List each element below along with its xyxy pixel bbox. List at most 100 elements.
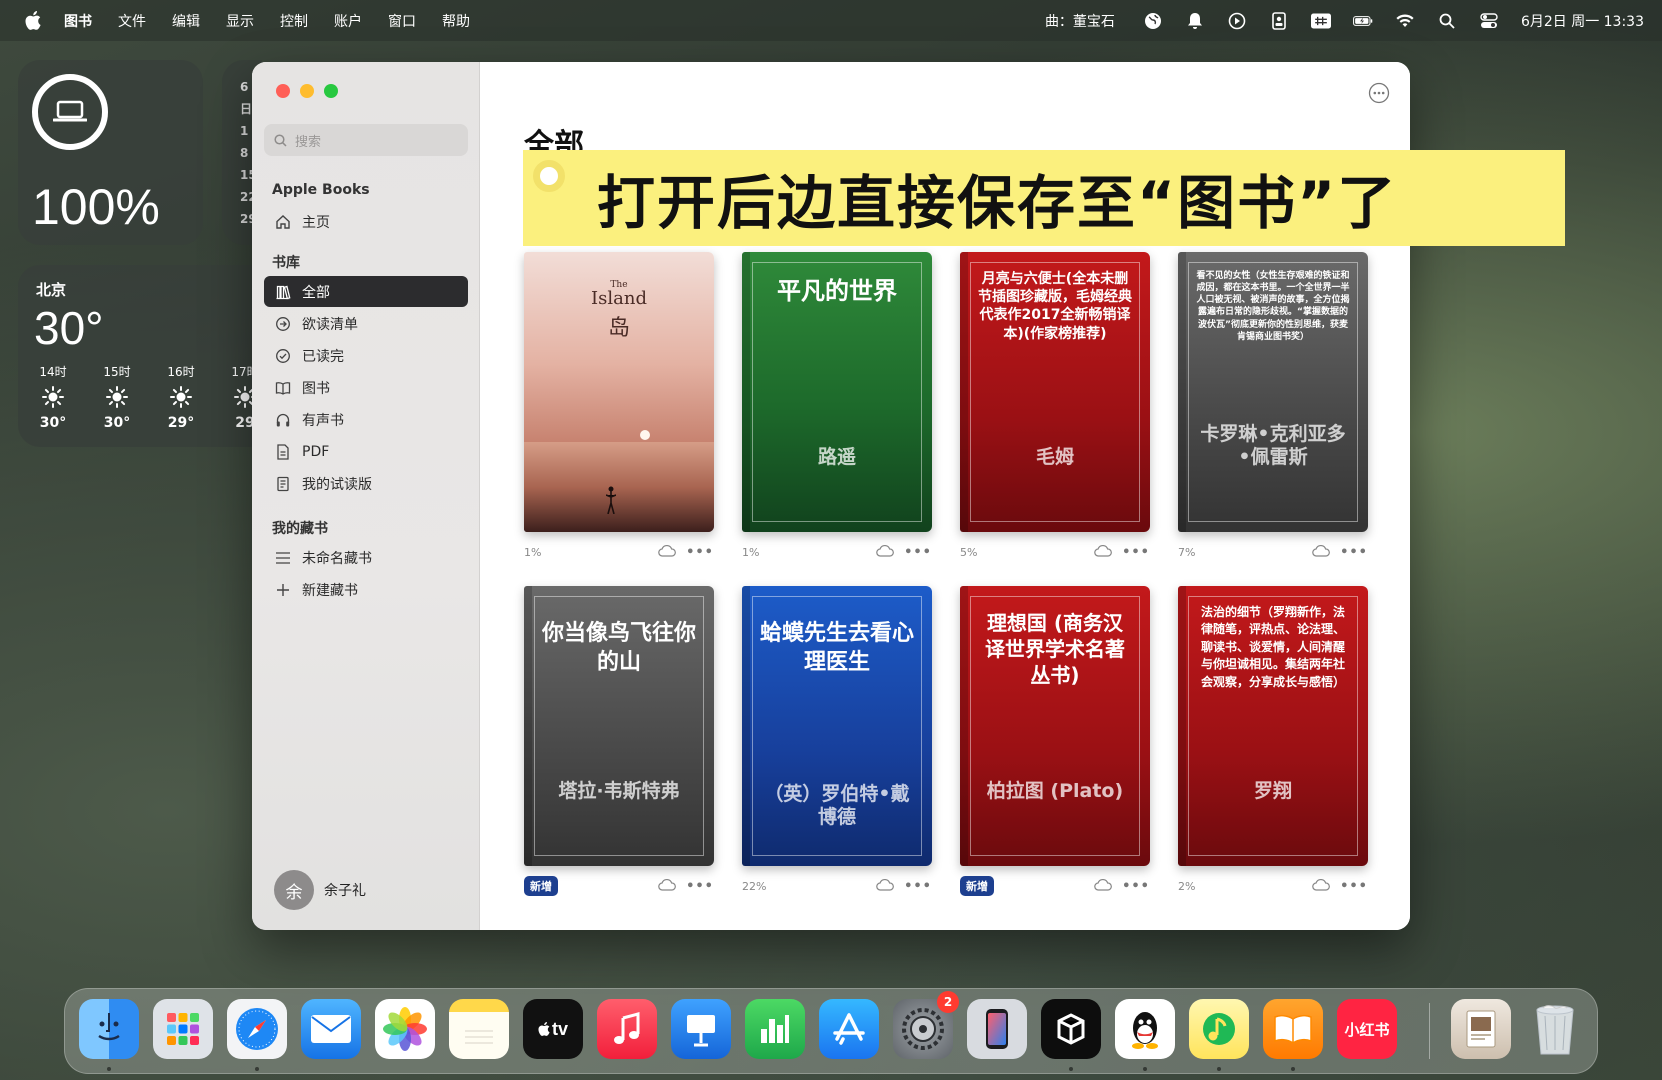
sidebar-item-label: 全部	[302, 284, 330, 301]
book-more-button[interactable]: •••	[1122, 545, 1150, 560]
books-icon[interactable]	[1263, 999, 1323, 1059]
book-more-button[interactable]: •••	[686, 879, 714, 894]
sidebar-item-samples[interactable]: 我的试读版	[264, 468, 468, 499]
book-cover[interactable]: 平凡的世界 路遥	[742, 252, 932, 532]
sidebar-item-new-collection[interactable]: 新建藏书	[264, 574, 468, 605]
sidebar-item-books[interactable]: 图书	[264, 372, 468, 403]
menu-help[interactable]: 帮助	[442, 11, 470, 31]
sidebar-item-finished[interactable]: 已读完	[264, 340, 468, 371]
book-cover[interactable]: 法治的细节（罗翔新作，法律随笔，评热点、论法理、聊读书、谈爱情，人间清醒与你坦诚…	[1178, 586, 1368, 866]
iphone-mirroring-icon[interactable]	[967, 999, 1027, 1059]
sidebar-item-home[interactable]: 主页	[264, 206, 468, 237]
cloud-download-icon[interactable]	[658, 544, 676, 560]
control-center-icon[interactable]	[1479, 11, 1499, 31]
capcut-icon[interactable]	[1041, 999, 1101, 1059]
book-item[interactable]: 法治的细节（罗翔新作，法律随笔，评热点、论法理、聊读书、谈爱情，人间清醒与你坦诚…	[1178, 586, 1368, 894]
apple-menu-icon[interactable]	[22, 10, 44, 32]
sidebar-item-want-to-read[interactable]: 欲读清单	[264, 308, 468, 339]
book-cover[interactable]: 看不见的女性（女性生存艰难的铁证和成因，都在这本书里。一个全世界一半人口被无视、…	[1178, 252, 1368, 532]
book-cover[interactable]: The Island 岛	[524, 252, 714, 532]
cloud-download-icon[interactable]	[1094, 544, 1112, 560]
system-settings-icon[interactable]: 2	[893, 991, 959, 1059]
menu-window[interactable]: 窗口	[388, 11, 416, 31]
book-cover[interactable]: 你当像鸟飞往你的山 塔拉·韦斯特弗	[524, 586, 714, 866]
now-playing-text[interactable]: 曲：董宝石	[1045, 11, 1115, 31]
cloud-download-icon[interactable]	[876, 544, 894, 560]
book-cover[interactable]: 理想国 (商务汉译世界学术名著丛书) 柏拉图 (Plato)	[960, 586, 1150, 866]
book-item[interactable]: 看不见的女性（女性生存艰难的铁证和成因，都在这本书里。一个全世界一半人口被无视、…	[1178, 252, 1368, 560]
menu-file[interactable]: 文件	[118, 11, 146, 31]
close-button[interactable]	[276, 84, 290, 98]
minimize-button[interactable]	[300, 84, 314, 98]
cloud-download-icon[interactable]	[1094, 878, 1112, 894]
input-method-icon[interactable]	[1310, 11, 1331, 31]
globe-icon[interactable]	[1143, 11, 1163, 31]
book-more-button[interactable]: •••	[686, 545, 714, 560]
cloud-download-icon[interactable]	[1312, 878, 1330, 894]
preview-icon[interactable]	[1451, 999, 1511, 1059]
book-more-button[interactable]: •••	[904, 879, 932, 894]
notes-icon[interactable]	[449, 999, 509, 1059]
xiaohongshu-icon[interactable]: 小红书	[1337, 999, 1397, 1059]
launchpad-icon[interactable]	[153, 999, 213, 1059]
book-progress: 1%	[524, 545, 542, 559]
spotlight-search-icon[interactable]	[1437, 11, 1457, 31]
avatar: 余	[274, 870, 314, 910]
photos-icon[interactable]	[375, 999, 435, 1059]
book-more-button[interactable]: •••	[904, 545, 932, 560]
menu-controls[interactable]: 控制	[280, 11, 308, 31]
battery-icon[interactable]	[1353, 11, 1373, 31]
keynote-icon[interactable]	[671, 999, 731, 1059]
mail-icon[interactable]	[301, 999, 361, 1059]
finder-icon[interactable]	[79, 999, 139, 1059]
id-badge-icon[interactable]	[1269, 11, 1289, 31]
menu-app-name[interactable]: 图书	[64, 11, 92, 31]
sidebar-item-label: 有声书	[302, 412, 344, 429]
search-input[interactable]: 搜索	[264, 124, 468, 156]
qq-music-icon[interactable]	[1189, 999, 1249, 1059]
wifi-icon[interactable]	[1395, 11, 1415, 31]
book-more-button[interactable]: •••	[1340, 879, 1368, 894]
sidebar-item-untitled-collection[interactable]: 未命名藏书	[264, 542, 468, 573]
menu-account[interactable]: 账户	[334, 11, 362, 31]
menu-clock[interactable]: 6月2日 周一 13:33	[1521, 11, 1644, 31]
book-cover-title: 法治的细节（罗翔新作，法律随笔，评热点、论法理、聊读书、谈爱情，人间清醒与你坦诚…	[1200, 605, 1345, 689]
cloud-download-icon[interactable]	[1312, 544, 1330, 560]
menu-view[interactable]: 显示	[226, 11, 254, 31]
library-books-icon	[274, 283, 292, 301]
book-more-button[interactable]: •••	[1122, 879, 1150, 894]
trash-icon[interactable]	[1525, 999, 1585, 1059]
book-item[interactable]: 月亮与六便士(全本未删节插图珍藏版，毛姆经典代表作2017全新畅销译本)(作家榜…	[960, 252, 1150, 560]
sidebar-item-pdf[interactable]: PDF	[264, 436, 468, 467]
book-item[interactable]: 平凡的世界 路遥 1% •••	[742, 252, 932, 560]
book-item[interactable]: 蛤蟆先生去看心理医生 （英）罗伯特•戴博德 22% •••	[742, 586, 932, 894]
menu-edit[interactable]: 编辑	[172, 11, 200, 31]
sun-icon	[42, 386, 64, 411]
apple-tv-icon[interactable]: tv	[523, 999, 583, 1059]
bell-icon[interactable]	[1185, 11, 1205, 31]
more-options-button[interactable]	[1368, 82, 1390, 104]
user-profile[interactable]: 余 余子礼	[274, 870, 366, 910]
play-circle-icon[interactable]	[1227, 11, 1247, 31]
safari-icon[interactable]	[227, 999, 287, 1059]
menu-bar: 图书 文件 编辑 显示 控制 账户 窗口 帮助 曲：董宝石 6月2日 周一 13…	[0, 0, 1662, 41]
zoom-button[interactable]	[324, 84, 338, 98]
cloud-download-icon[interactable]	[658, 878, 676, 894]
battery-percent: 100%	[32, 179, 160, 235]
sidebar-item-all[interactable]: 全部	[264, 276, 468, 307]
book-meta: 1% •••	[524, 542, 714, 562]
numbers-icon[interactable]	[745, 999, 805, 1059]
book-cover-author: 柏拉图 (Plato)	[986, 780, 1124, 803]
book-cover[interactable]: 月亮与六便士(全本未删节插图珍藏版，毛姆经典代表作2017全新畅销译本)(作家榜…	[960, 252, 1150, 532]
book-item[interactable]: 你当像鸟飞往你的山 塔拉·韦斯特弗 新增 •••	[524, 586, 714, 896]
book-item[interactable]: 理想国 (商务汉译世界学术名著丛书) 柏拉图 (Plato) 新增 •••	[960, 586, 1150, 896]
sidebar-item-audiobooks[interactable]: 有声书	[264, 404, 468, 435]
cloud-download-icon[interactable]	[876, 878, 894, 894]
book-more-button[interactable]: •••	[1340, 545, 1368, 560]
book-item[interactable]: The Island 岛 1% •••	[524, 252, 714, 560]
headphones-icon	[274, 411, 292, 429]
qq-icon[interactable]	[1115, 999, 1175, 1059]
music-icon[interactable]	[597, 999, 657, 1059]
book-cover[interactable]: 蛤蟆先生去看心理医生 （英）罗伯特•戴博德	[742, 586, 932, 866]
app-store-icon[interactable]	[819, 999, 879, 1059]
